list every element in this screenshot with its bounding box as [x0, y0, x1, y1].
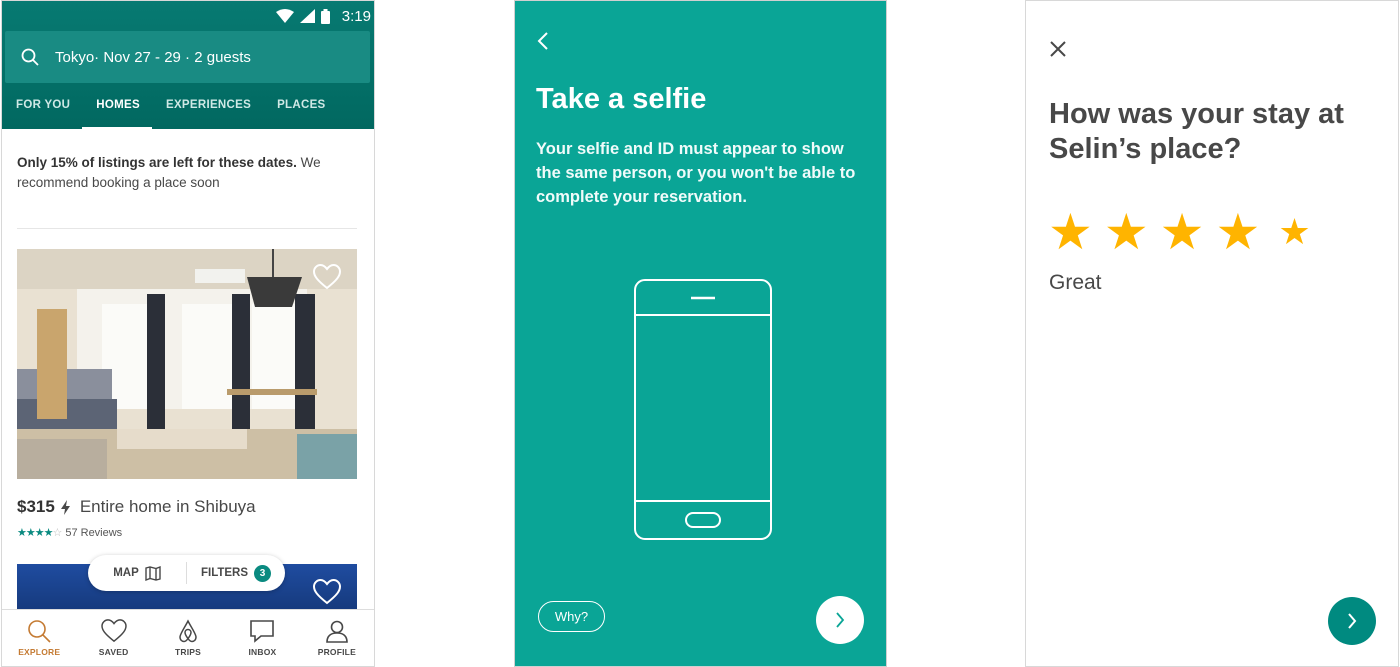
chat-bubble-icon: [250, 620, 275, 643]
listing-title: Entire home in Shibuya: [79, 497, 256, 516]
signal-icon: [299, 9, 315, 23]
profile-icon: [326, 620, 348, 643]
rating-label: Great: [1049, 271, 1102, 294]
availability-notice: Only 15% of listings are left for these …: [17, 153, 357, 192]
selfie-screen: Take a selfie Your selfie and ID must ap…: [514, 0, 887, 667]
tab-places[interactable]: PLACES: [263, 93, 337, 129]
nav-label: PROFILE: [317, 647, 356, 657]
listing-rating: ★★★★☆ 57 Reviews: [17, 526, 123, 540]
listing-photo[interactable]: [17, 249, 357, 479]
heart-icon[interactable]: [313, 579, 341, 605]
category-tabs: FOR YOU HOMES EXPERIENCES PLACES: [2, 93, 374, 129]
star-icon[interactable]: ★: [1278, 214, 1310, 250]
explore-screen: 3:19 Tokyo· Nov 27 - 29 · 2 guests FOR Y…: [1, 0, 375, 667]
wifi-icon: [275, 9, 294, 23]
tab-for-you[interactable]: FOR YOU: [2, 93, 82, 129]
chevron-right-icon: [1348, 613, 1357, 629]
notice-bold: Only 15% of listings are left for these …: [17, 155, 297, 170]
bottom-navigation: EXPLORE SAVED TRIPS INBOX PROFILE: [2, 609, 374, 666]
listing-price: $315: [17, 497, 55, 516]
search-icon: [28, 620, 51, 643]
nav-trips[interactable]: TRIPS: [151, 610, 225, 666]
map-icon: [145, 565, 161, 581]
page-title: How was your stay at Selin’s place?: [1049, 98, 1344, 165]
instant-book-icon: [60, 499, 70, 515]
filters-label: FILTERS: [200, 567, 249, 579]
room-photo-illustration: [17, 249, 357, 479]
status-time: 3:19: [341, 7, 371, 25]
star-icon[interactable]: ★: [1160, 207, 1205, 257]
nav-saved[interactable]: SAVED: [76, 610, 150, 666]
nav-label: TRIPS: [175, 647, 202, 657]
heart-icon[interactable]: [313, 264, 341, 290]
heart-icon: [100, 619, 127, 643]
star-icon[interactable]: ★: [1048, 207, 1093, 257]
search-icon: [21, 48, 39, 66]
search-bar[interactable]: Tokyo· Nov 27 - 29 · 2 guests: [5, 31, 370, 83]
battery-icon: [320, 8, 330, 24]
review-screen: How was your stay at Selin’s place? ★ ★ …: [1025, 0, 1399, 667]
page-title: Take a selfie: [536, 83, 707, 115]
chevron-right-icon: [836, 612, 845, 628]
nav-label: INBOX: [248, 647, 277, 657]
search-summary: Tokyo· Nov 27 - 29 · 2 guests: [55, 48, 251, 66]
phone-illustration-icon: [634, 279, 772, 540]
next-button[interactable]: [816, 596, 864, 644]
nav-explore[interactable]: EXPLORE: [2, 610, 76, 666]
rating-stars: ★★★★☆: [17, 527, 62, 539]
map-button[interactable]: MAP: [88, 565, 186, 581]
nav-label: SAVED: [98, 647, 129, 657]
star-icon[interactable]: ★: [1104, 207, 1149, 257]
listing-price-row[interactable]: $315 Entire home in Shibuya: [17, 497, 256, 517]
selfie-description: Your selfie and ID must appear to show t…: [536, 140, 856, 206]
map-label: MAP: [113, 567, 139, 579]
close-icon[interactable]: [1048, 39, 1068, 59]
explore-header: 3:19 Tokyo· Nov 27 - 29 · 2 guests FOR Y…: [2, 1, 374, 129]
nav-label: EXPLORE: [18, 647, 61, 657]
tab-homes[interactable]: HOMES: [82, 93, 152, 129]
review-count: 57 Reviews: [65, 526, 123, 539]
nav-profile[interactable]: PROFILE: [300, 610, 374, 666]
tab-experiences[interactable]: EXPERIENCES: [152, 93, 263, 129]
filters-button[interactable]: FILTERS 3: [187, 564, 285, 582]
status-bar: 3:19: [275, 5, 374, 27]
why-button[interactable]: Why?: [538, 601, 605, 632]
airbnb-logo-icon: [179, 619, 197, 643]
star-rating: ★ ★ ★ ★ ★: [1048, 207, 1311, 257]
filters-count-badge: 3: [254, 564, 272, 582]
divider: [17, 228, 357, 229]
back-arrow-icon[interactable]: [537, 31, 549, 51]
star-icon[interactable]: ★: [1215, 207, 1260, 257]
nav-inbox[interactable]: INBOX: [225, 610, 299, 666]
map-filters-pill: MAP FILTERS 3: [88, 555, 285, 591]
next-button[interactable]: [1328, 597, 1376, 645]
